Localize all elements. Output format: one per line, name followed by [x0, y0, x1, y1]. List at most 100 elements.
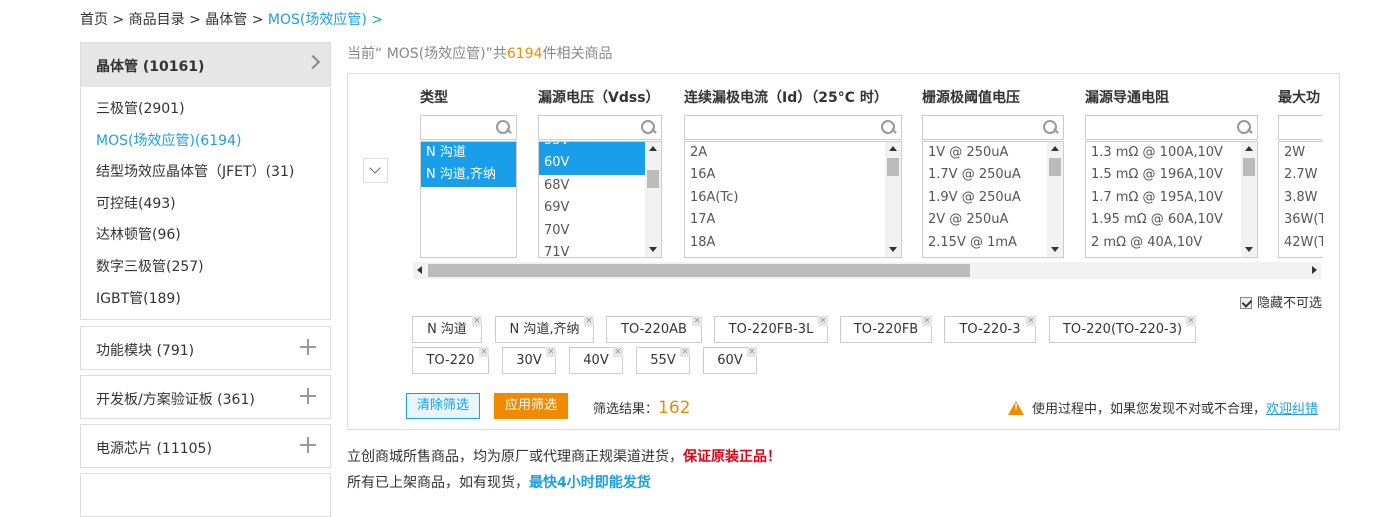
- selected-tag[interactable]: 60V ✕: [703, 347, 757, 374]
- selected-tag[interactable]: N 沟道 ✕: [412, 316, 482, 343]
- filter-option[interactable]: 1.7 mΩ @ 195A,10V: [1086, 187, 1257, 209]
- filter-listbox[interactable]: 1.3 mΩ @ 100A,10V 1.5 mΩ @ 196A,10V 1.7 …: [1085, 141, 1258, 258]
- filter-option-selected[interactable]: N 沟道: [421, 142, 516, 165]
- crumb-current[interactable]: MOS(场效应管): [268, 12, 367, 28]
- scrollbar-thumb[interactable]: [647, 170, 659, 188]
- arrow-up-icon[interactable]: [889, 146, 897, 151]
- filter-search-input[interactable]: [684, 115, 902, 140]
- arrow-down-icon[interactable]: [1245, 247, 1253, 252]
- arrow-down-icon[interactable]: [1051, 247, 1059, 252]
- close-icon[interactable]: ✕: [922, 316, 932, 326]
- filter-option-selected[interactable]: 60V: [539, 152, 646, 175]
- scrollbar-thumb[interactable]: [1049, 158, 1061, 176]
- sidebar-item[interactable]: 达林顿管(96): [96, 225, 330, 257]
- arrow-up-icon[interactable]: [1245, 146, 1253, 151]
- sidebar-category-box[interactable]: 电源芯片 (11105): [80, 424, 331, 468]
- sidebar-item[interactable]: IGBT管(189): [96, 289, 330, 321]
- plus-icon[interactable]: [300, 388, 316, 404]
- hide-unavailable-toggle[interactable]: 隐藏不可选: [1240, 292, 1322, 311]
- filter-option[interactable]: 42W(T: [1279, 232, 1323, 254]
- listbox-scrollbar[interactable]: [1241, 142, 1257, 257]
- filter-option[interactable]: 1.95 mΩ @ 60A,10V: [1086, 209, 1257, 231]
- close-icon[interactable]: ✕: [479, 347, 489, 357]
- filter-option[interactable]: 2V @ 250uA: [923, 209, 1063, 231]
- filter-listbox[interactable]: 2A 16A 16A(Tc) 17A 18A: [684, 141, 902, 258]
- arrow-up-icon[interactable]: [1051, 146, 1059, 151]
- sidebar-item[interactable]: 数字三极管(257): [96, 257, 330, 289]
- sidebar-item-active[interactable]: MOS(场效应管)(6194): [96, 131, 330, 163]
- chevron-down-icon[interactable]: [363, 158, 388, 183]
- selected-tag[interactable]: N 沟道,齐纳 ✕: [495, 316, 594, 343]
- listbox-scrollbar[interactable]: [1047, 142, 1063, 257]
- listbox-scrollbar[interactable]: [885, 142, 901, 257]
- checkbox[interactable]: [1240, 297, 1252, 309]
- sidebar-category-box[interactable]: 功能模块 (791): [80, 326, 331, 370]
- close-icon[interactable]: ✕: [1026, 316, 1036, 326]
- close-icon[interactable]: ✕: [747, 347, 757, 357]
- close-icon[interactable]: ✕: [1186, 316, 1196, 326]
- apply-filter-button[interactable]: 应用筛选: [494, 393, 568, 419]
- arrow-left-icon[interactable]: [417, 266, 422, 274]
- plus-icon[interactable]: [300, 437, 316, 453]
- filter-search-input[interactable]: [538, 115, 662, 140]
- selected-tag[interactable]: TO-220-3 ✕: [944, 316, 1036, 343]
- filter-option[interactable]: 2W: [1279, 142, 1323, 164]
- filter-option[interactable]: 18A: [685, 232, 901, 254]
- crumb-home[interactable]: 首页: [80, 12, 108, 28]
- listbox-scrollbar[interactable]: [645, 142, 661, 257]
- filter-option[interactable]: 71V: [539, 242, 661, 257]
- close-icon[interactable]: ✕: [680, 347, 690, 357]
- filter-option[interactable]: 1V @ 250uA: [923, 142, 1063, 164]
- selected-tag[interactable]: TO-220(TO-220-3) ✕: [1049, 316, 1196, 343]
- filter-option[interactable]: 70V: [539, 220, 661, 242]
- sidebar-item[interactable]: 三极管(2901): [96, 99, 330, 131]
- scrollbar-thumb[interactable]: [1243, 158, 1255, 176]
- selected-tag[interactable]: 30V ✕: [502, 347, 556, 374]
- selected-tag[interactable]: 40V ✕: [569, 347, 623, 374]
- sidebar-item[interactable]: 结型场效应晶体管（JFET）(31): [96, 162, 330, 194]
- filter-option[interactable]: 2.7W: [1279, 164, 1323, 186]
- filter-option[interactable]: 2A: [685, 142, 901, 164]
- filter-listbox[interactable]: N 沟道 N 沟道,齐纳: [420, 141, 517, 258]
- filter-option[interactable]: 17A: [685, 209, 901, 231]
- filter-search-input[interactable]: [1278, 115, 1323, 140]
- arrow-right-icon[interactable]: [1312, 266, 1317, 274]
- filter-search-input[interactable]: [420, 115, 517, 140]
- arrow-down-icon[interactable]: [649, 247, 657, 252]
- filter-option[interactable]: 16A(Tc): [685, 187, 901, 209]
- scrollbar-thumb[interactable]: [428, 264, 970, 277]
- close-icon[interactable]: ✕: [584, 316, 594, 326]
- filter-listbox[interactable]: 55V 60V 68V 69V 70V 71V: [538, 141, 662, 258]
- horizontal-scrollbar[interactable]: [413, 262, 1321, 279]
- filter-listbox[interactable]: 2W 2.7W 3.8W 36W(T 42W(T: [1278, 141, 1323, 258]
- selected-tag[interactable]: 55V ✕: [636, 347, 690, 374]
- filter-option-selected[interactable]: 55V: [539, 142, 646, 153]
- arrow-down-icon[interactable]: [889, 247, 897, 252]
- close-icon[interactable]: ✕: [692, 316, 702, 326]
- filter-option[interactable]: 2 mΩ @ 40A,10V: [1086, 232, 1257, 254]
- filter-option[interactable]: 16A: [685, 164, 901, 186]
- feedback-link[interactable]: 欢迎纠错: [1266, 402, 1318, 417]
- filter-option[interactable]: 2.15V @ 1mA: [923, 232, 1063, 254]
- filter-option[interactable]: 3.8W: [1279, 187, 1323, 209]
- scrollbar-thumb[interactable]: [887, 158, 899, 176]
- crumb-catalog[interactable]: 商品目录: [129, 12, 185, 28]
- filter-option[interactable]: 36W(T: [1279, 209, 1323, 231]
- filter-listbox[interactable]: 1V @ 250uA 1.7V @ 250uA 1.9V @ 250uA 2V …: [922, 141, 1064, 258]
- filter-option[interactable]: 68V: [539, 175, 661, 197]
- arrow-up-icon[interactable]: [649, 146, 657, 151]
- close-icon[interactable]: ✕: [613, 347, 623, 357]
- filter-option-selected[interactable]: N 沟道,齐纳: [421, 164, 516, 187]
- sidebar-header[interactable]: 晶体管 (10161): [81, 43, 330, 87]
- plus-icon[interactable]: [300, 339, 316, 355]
- selected-tag[interactable]: TO-220AB ✕: [606, 316, 702, 343]
- close-icon[interactable]: ✕: [818, 316, 828, 326]
- filter-option[interactable]: 69V: [539, 197, 661, 219]
- sidebar-category-box[interactable]: 开发板/方案验证板 (361): [80, 375, 331, 419]
- filter-option[interactable]: 1.5 mΩ @ 196A,10V: [1086, 164, 1257, 186]
- crumb-transistor[interactable]: 晶体管: [205, 12, 247, 28]
- close-icon[interactable]: ✕: [546, 347, 556, 357]
- filter-option[interactable]: 1.9V @ 250uA: [923, 187, 1063, 209]
- sidebar-category-box[interactable]: [80, 473, 331, 517]
- selected-tag[interactable]: TO-220FB-3L ✕: [714, 316, 828, 343]
